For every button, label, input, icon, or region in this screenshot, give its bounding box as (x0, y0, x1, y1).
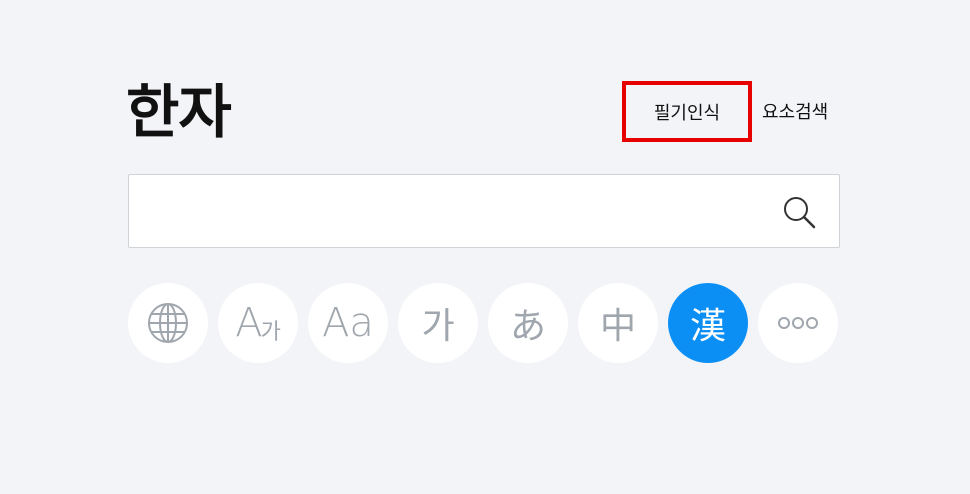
search-box (128, 174, 840, 248)
category-japanese-label: あ (509, 306, 546, 347)
category-more-button[interactable] (758, 283, 838, 363)
category-korean-button[interactable]: 가 (398, 283, 478, 363)
handwriting-recognition-link[interactable]: 필기인식 (622, 81, 752, 142)
search-icon (784, 197, 816, 229)
category-all-button[interactable] (128, 283, 208, 363)
search-button[interactable] (781, 194, 817, 230)
category-korean-word-main: A (235, 300, 263, 346)
more-icon (778, 317, 818, 329)
dictionary-page: 한자 필기인식 요소검색 A 가 Aa 가 あ 中 漢 (0, 0, 970, 494)
category-hanja-label: 漢 (689, 306, 726, 347)
category-english-button[interactable]: Aa (308, 283, 388, 363)
search-input[interactable] (145, 189, 769, 235)
globe-icon (148, 303, 188, 343)
page-title: 한자 (126, 78, 232, 146)
category-korean-word-button[interactable]: A가 (218, 283, 298, 363)
category-english-label: Aa (322, 300, 374, 346)
category-hanja-button[interactable]: 漢 (668, 283, 748, 363)
element-search-link[interactable]: 요소검색 (762, 98, 828, 124)
category-chinese-button[interactable]: 中 (578, 283, 658, 363)
category-korean-label: 가 (421, 306, 455, 347)
handwriting-recognition-label: 필기인식 (653, 102, 721, 124)
category-korean-word-sub: 가 (260, 320, 281, 345)
category-chinese-label: 中 (599, 306, 636, 347)
dictionary-category-list: A가 Aa 가 あ 中 漢 (128, 283, 838, 363)
category-japanese-button[interactable]: あ (488, 283, 568, 363)
